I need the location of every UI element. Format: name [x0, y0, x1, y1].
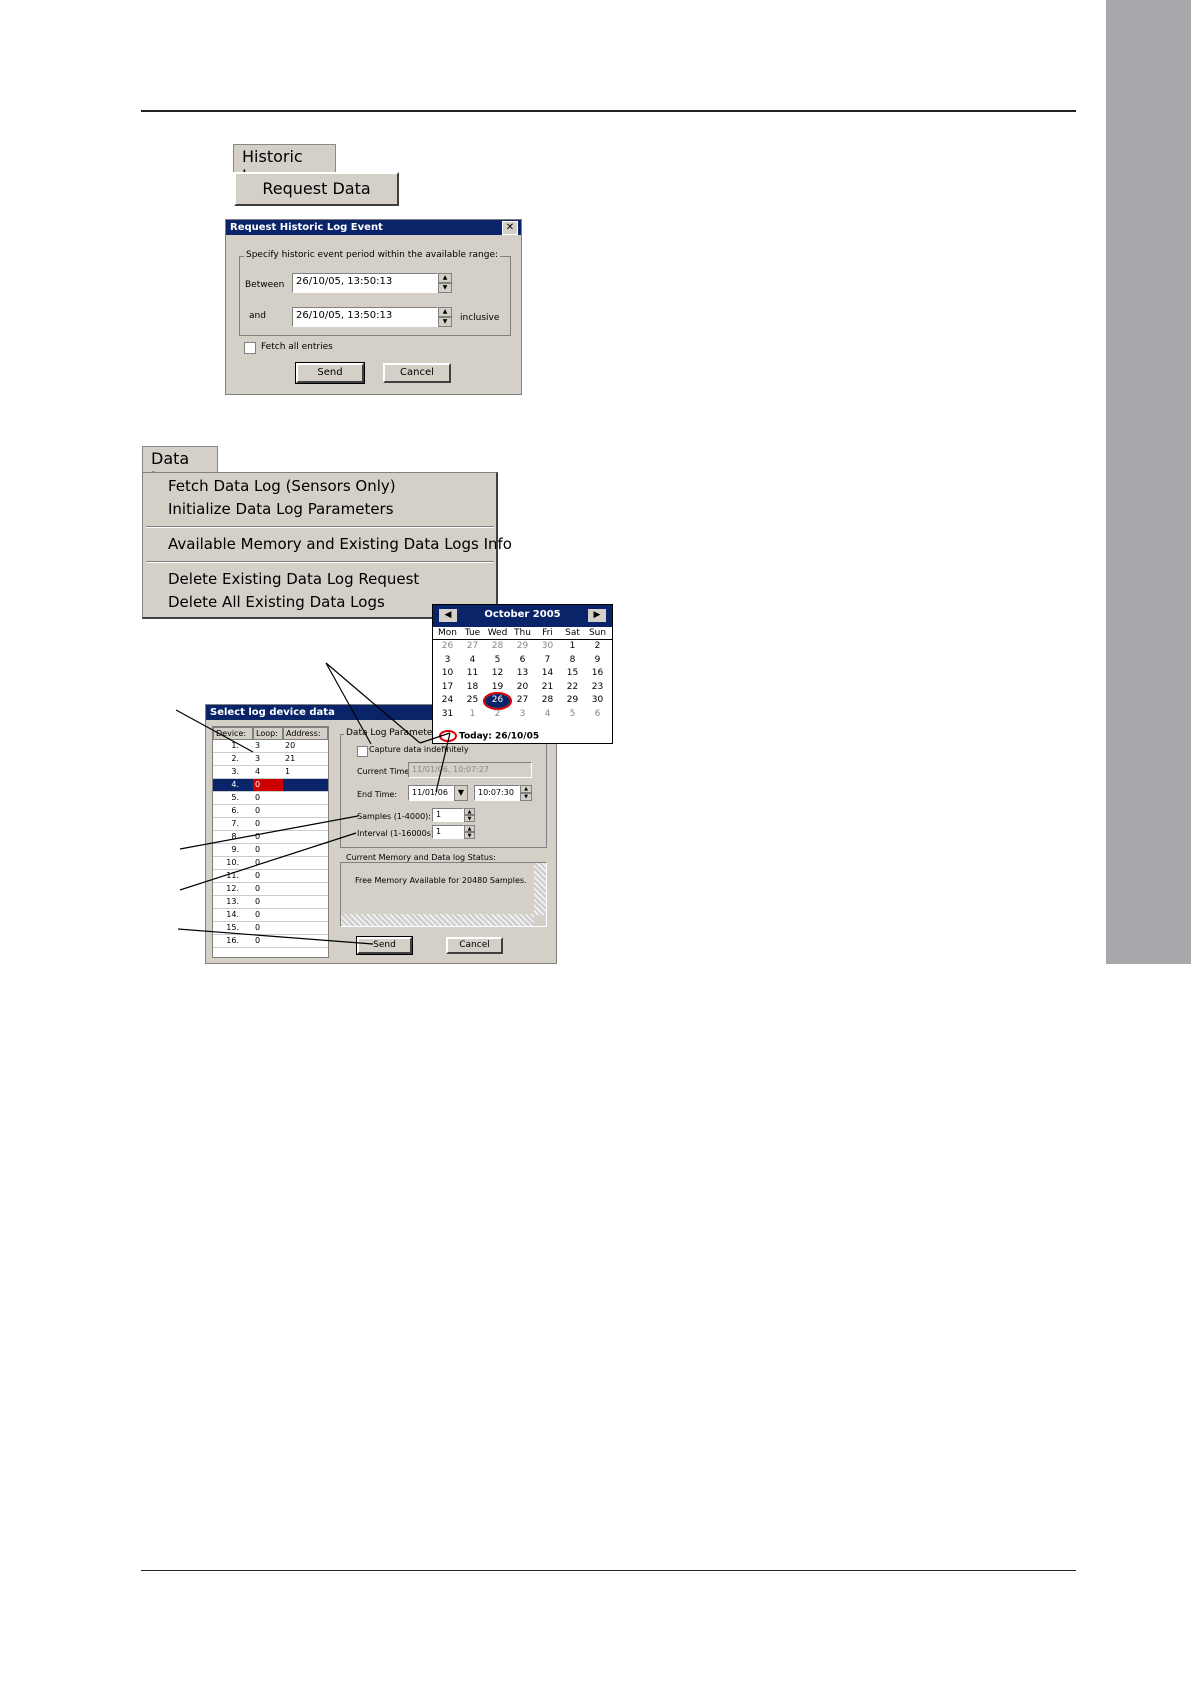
- callout-lines: [175, 662, 451, 945]
- callout-line: [179, 832, 357, 891]
- callout-line: [179, 815, 359, 850]
- callout-line: [175, 709, 254, 753]
- callout-line: [325, 662, 372, 745]
- callout-line: [419, 732, 451, 744]
- callout-line: [325, 662, 421, 744]
- callout-line: [177, 928, 374, 945]
- callout-line: [435, 732, 451, 793]
